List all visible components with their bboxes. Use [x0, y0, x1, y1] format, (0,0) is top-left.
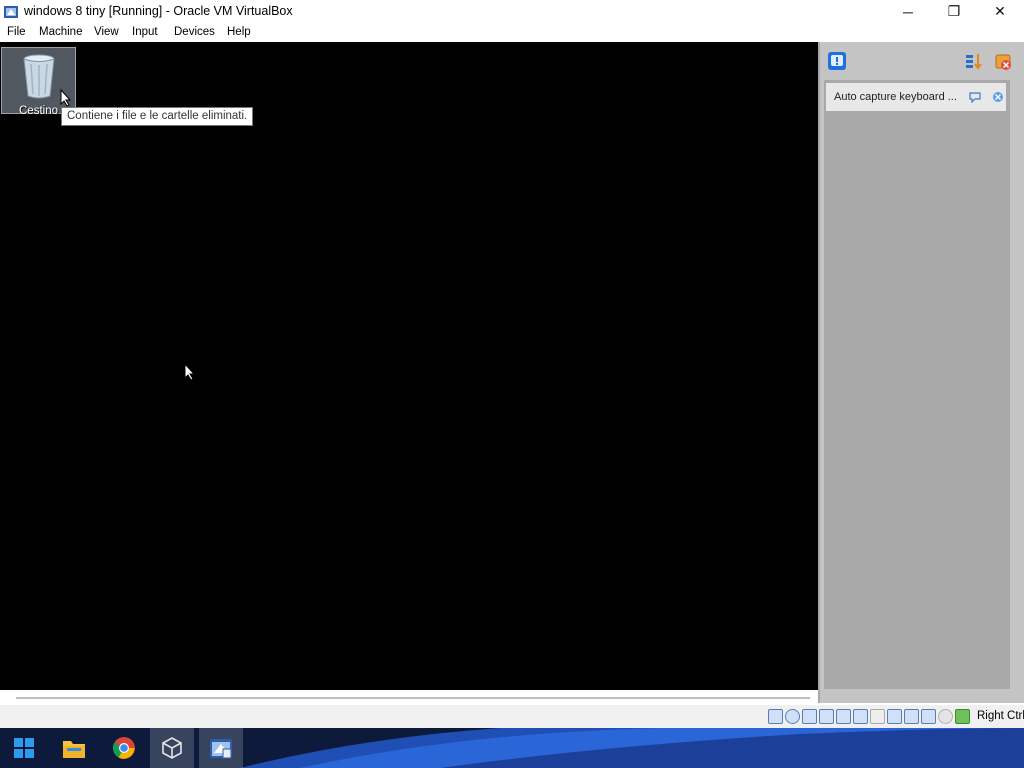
wallpaper-bloom	[240, 728, 1024, 768]
cpu-icon[interactable]	[921, 709, 936, 724]
display-icon[interactable]	[870, 709, 885, 724]
hard-disk-icon[interactable]	[768, 709, 783, 724]
notification-text: Auto capture keyboard ...	[834, 91, 957, 103]
host-taskbar	[0, 728, 1024, 768]
menu-file[interactable]: File	[7, 26, 26, 38]
recording-icon[interactable]	[904, 709, 919, 724]
menu-view[interactable]: View	[94, 26, 119, 38]
restore-button[interactable]: ❐	[931, 0, 977, 23]
mouse-cursor-icon	[184, 363, 196, 381]
file-explorer-icon	[63, 741, 85, 758]
help-icon[interactable]	[969, 91, 981, 103]
close-notification-icon[interactable]	[992, 91, 1004, 103]
menu-devices[interactable]: Devices	[174, 26, 215, 38]
virtualbox-vm-icon	[210, 739, 232, 759]
recycle-bin-label: Cestino	[19, 105, 58, 117]
recycle-bin-icon	[23, 54, 55, 99]
status-indicators	[768, 709, 970, 725]
notification-center-icon[interactable]	[827, 51, 847, 71]
minimize-button[interactable]: ─	[885, 0, 931, 23]
close-icon: ✕	[994, 3, 1006, 19]
keyboard-icon[interactable]	[955, 709, 970, 724]
notification-toolbar	[820, 42, 1024, 80]
menu-bar: File Machine View Input Devices Help	[0, 23, 1024, 42]
virtualbox-vm-button[interactable]	[199, 728, 243, 768]
minimize-icon: ─	[903, 3, 913, 20]
menu-help[interactable]: Help	[227, 26, 251, 38]
sort-order-icon[interactable]	[964, 52, 984, 72]
virtualbox-manager-button[interactable]	[150, 728, 194, 768]
usb-icon[interactable]	[836, 709, 851, 724]
chrome-icon	[113, 737, 135, 759]
notification-item[interactable]: Auto capture keyboard ...	[826, 83, 1006, 111]
menu-machine[interactable]: Machine	[39, 26, 82, 38]
menu-input[interactable]: Input	[132, 26, 158, 38]
notification-center-panel: Auto capture keyboard ...	[818, 42, 1024, 703]
dismiss-all-icon[interactable]	[993, 52, 1013, 72]
virtualbox-manager-icon	[162, 737, 182, 759]
window-title-bar: windows 8 tiny [Running] - Oracle VM Vir…	[0, 0, 1024, 23]
file-explorer-button[interactable]	[52, 728, 96, 768]
video-capture-icon[interactable]	[887, 709, 902, 724]
mouse-integration-icon[interactable]	[938, 709, 953, 724]
windows-start-icon	[14, 738, 34, 758]
chrome-button[interactable]	[102, 728, 146, 768]
audio-icon[interactable]	[802, 709, 817, 724]
notification-list	[824, 42, 1010, 689]
start-button[interactable]	[2, 728, 46, 768]
optical-disk-icon[interactable]	[785, 709, 800, 724]
window-title: windows 8 tiny [Running] - Oracle VM Vir…	[24, 4, 293, 18]
mouse-cursor-icon	[60, 89, 72, 107]
close-button[interactable]: ✕	[977, 0, 1023, 23]
host-key-label: Right Ctrl	[977, 710, 1024, 722]
vm-display[interactable]: Cestino Contiene i file e le cartelle el…	[0, 42, 818, 690]
network-icon[interactable]	[819, 709, 834, 724]
vm-status-bar: Right Ctrl	[0, 705, 1024, 728]
horizontal-scrollbar[interactable]	[16, 697, 810, 699]
virtualbox-app-icon	[4, 6, 18, 18]
restore-icon: ❐	[947, 3, 961, 19]
tooltip: Contiene i file e le cartelle eliminati.	[61, 107, 254, 126]
shared-folders-icon[interactable]	[853, 709, 868, 724]
